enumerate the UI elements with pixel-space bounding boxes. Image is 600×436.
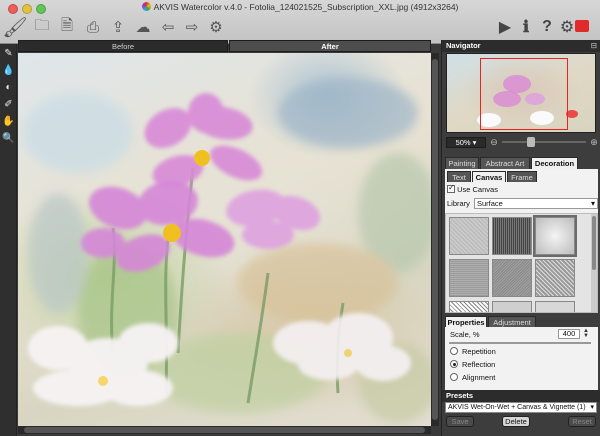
- navigator-header: Navigator ⊟: [442, 40, 600, 52]
- use-canvas-checkbox[interactable]: [447, 183, 455, 193]
- tool-strip: ✎ 💧 ◐ ✐ ✋ 🔍: [0, 44, 17, 436]
- presets-select[interactable]: AKVIS Wet-On-Wet + Canvas & Vignette (1): [445, 402, 597, 413]
- texture-swatch[interactable]: [449, 259, 489, 297]
- scale-input[interactable]: 400: [558, 329, 580, 339]
- tab-decoration[interactable]: Decoration: [531, 157, 578, 169]
- repetition-radio[interactable]: [450, 347, 458, 355]
- zoom-row: 50% ▾ ⊖ ⊕: [442, 136, 600, 150]
- alignment-label: Alignment: [462, 373, 496, 382]
- scale-stepper[interactable]: ▲ ▼: [582, 328, 590, 339]
- eraser-tool-icon[interactable]: ✐: [2, 98, 15, 111]
- alignment-radio[interactable]: [450, 373, 458, 381]
- option-alignment-row[interactable]: Alignment: [450, 373, 495, 383]
- tab-abstract-art[interactable]: Abstract Art: [480, 157, 530, 169]
- canvas-horizontal-scrollbar[interactable]: [18, 426, 431, 434]
- color-history-icon[interactable]: ◐: [2, 81, 15, 94]
- texture-grid: [445, 213, 598, 313]
- zoom-select[interactable]: 50% ▾: [446, 137, 486, 148]
- collapse-icon[interactable]: ⊟: [591, 40, 597, 52]
- brush-tool-icon[interactable]: ✎: [2, 47, 15, 60]
- tab-painting[interactable]: Painting: [445, 157, 479, 169]
- watercolor-flowers-image: [23, 78, 431, 423]
- share-icon[interactable]: ⇪: [108, 17, 128, 37]
- reflection-label: Reflection: [462, 360, 496, 369]
- tab-canvas[interactable]: Canvas: [472, 171, 506, 182]
- library-select[interactable]: Surface: [474, 198, 598, 209]
- use-canvas-label: Use Canvas: [457, 185, 498, 194]
- repetition-label: Repetition: [462, 347, 496, 356]
- use-canvas-row[interactable]: Use Canvas: [447, 183, 498, 195]
- properties-section: Scale, % 400 ▲ ▼ Repetition Reflection Al…: [445, 327, 598, 391]
- help-icon[interactable]: ?: [537, 17, 557, 37]
- zoom-in-icon[interactable]: ⊕: [589, 136, 599, 148]
- open-icon[interactable]: 🗀: [32, 17, 52, 37]
- reflection-radio[interactable]: [450, 360, 458, 368]
- texture-swatch[interactable]: [492, 301, 532, 312]
- window-title: AKVIS Watercolor v.4.0 - Fotolia_1240215…: [0, 2, 600, 12]
- canvas-vertical-scrollbar[interactable]: [431, 53, 439, 426]
- tab-after[interactable]: After: [229, 40, 431, 52]
- settings-panel: Navigator ⊟ 50% ▾ ⊖ ⊕ Painting Abstract A…: [441, 40, 600, 436]
- texture-swatch-selected[interactable]: [533, 215, 577, 257]
- texture-swatch[interactable]: [535, 301, 575, 312]
- tab-frame[interactable]: Frame: [507, 171, 537, 182]
- preferences-icon[interactable]: ☁: [133, 17, 153, 37]
- tab-properties[interactable]: Properties: [445, 316, 487, 327]
- redo-icon[interactable]: ⇨: [182, 17, 202, 37]
- texture-swatch[interactable]: [449, 301, 489, 312]
- properties-tabs: Properties Adjustment: [445, 316, 598, 327]
- undo-icon[interactable]: ⇦: [158, 17, 178, 37]
- texture-swatch[interactable]: [449, 217, 489, 255]
- close-plugin-icon[interactable]: [575, 20, 589, 32]
- tab-text[interactable]: Text: [447, 171, 471, 182]
- scale-label: Scale, %: [450, 330, 480, 339]
- navigator-preview[interactable]: [446, 53, 596, 133]
- delete-preset-button[interactable]: Delete: [502, 416, 530, 427]
- save-icon[interactable]: 🗎: [57, 17, 77, 37]
- tab-before[interactable]: Before: [18, 40, 228, 52]
- tab-adjustment[interactable]: Adjustment: [488, 316, 536, 327]
- app-logo-icon: [141, 2, 151, 11]
- reset-preset-button[interactable]: Reset: [568, 416, 596, 427]
- texture-swatch[interactable]: [492, 259, 532, 297]
- texture-grid-scroll-thumb[interactable]: [592, 216, 596, 270]
- library-row: Library Surface: [447, 198, 598, 210]
- texture-swatch[interactable]: [535, 259, 575, 297]
- info-icon[interactable]: ℹ: [516, 17, 536, 37]
- texture-swatch[interactable]: [492, 217, 532, 255]
- run-icon[interactable]: ▶: [495, 17, 515, 37]
- print-icon[interactable]: ⎙: [83, 17, 103, 37]
- zoom-slider-knob[interactable]: [527, 137, 536, 147]
- program-settings-icon[interactable]: ⚙: [557, 17, 577, 37]
- canvas-horizontal-scroll-thumb[interactable]: [24, 427, 425, 433]
- save-preset-button[interactable]: Save: [446, 416, 474, 427]
- presets-header: Presets: [442, 390, 600, 402]
- texture-grid-scrollbar[interactable]: [591, 214, 597, 312]
- option-repetition-row[interactable]: Repetition: [450, 347, 496, 357]
- zoom-slider-track[interactable]: [502, 141, 586, 143]
- library-label: Library: [447, 199, 470, 208]
- navigator-view-frame[interactable]: [480, 58, 568, 130]
- canvas-vertical-scroll-thumb[interactable]: [432, 59, 438, 420]
- zoom-out-icon[interactable]: ⊖: [489, 136, 499, 148]
- option-reflection-row[interactable]: Reflection: [450, 360, 495, 370]
- settings-gear-icon[interactable]: ⚙: [206, 17, 226, 37]
- image-canvas[interactable]: [18, 53, 431, 426]
- hand-tool-icon[interactable]: ✋: [2, 115, 15, 128]
- app-window: AKVIS Watercolor v.4.0 - Fotolia_1240215…: [0, 0, 600, 436]
- title-toolbar: AKVIS Watercolor v.4.0 - Fotolia_1240215…: [0, 0, 600, 44]
- brush-logo-icon: 🖌: [2, 16, 28, 39]
- scale-slider[interactable]: [449, 342, 591, 344]
- zoom-tool-icon[interactable]: 🔍: [2, 132, 15, 145]
- dropper-tool-icon[interactable]: 💧: [2, 64, 15, 77]
